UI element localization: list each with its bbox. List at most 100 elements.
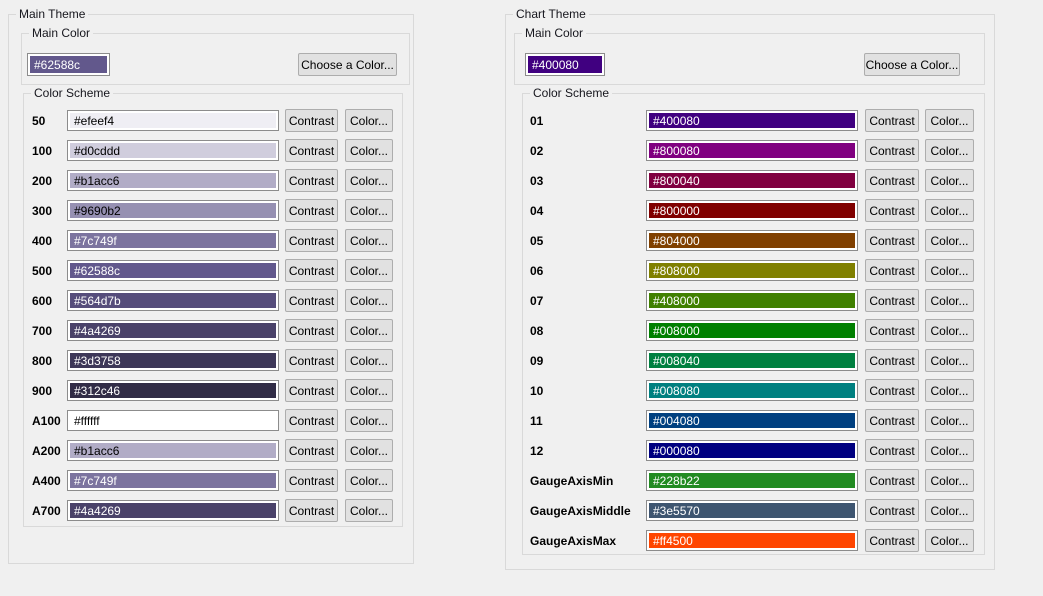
scheme-color-field[interactable]: #7c749f: [67, 470, 279, 491]
contrast-button[interactable]: Contrast: [865, 529, 919, 552]
contrast-button[interactable]: Contrast: [285, 259, 338, 282]
contrast-button[interactable]: Contrast: [865, 289, 919, 312]
color-button[interactable]: Color...: [345, 289, 393, 312]
scheme-color-field[interactable]: #400080: [646, 110, 858, 131]
scheme-color-field[interactable]: #800080: [646, 140, 858, 161]
scheme-color-value: #7c749f: [74, 474, 117, 488]
color-button[interactable]: Color...: [345, 139, 393, 162]
scheme-color-field[interactable]: #efeef4: [67, 110, 279, 131]
color-button[interactable]: Color...: [925, 499, 974, 522]
color-button[interactable]: Color...: [345, 169, 393, 192]
scheme-color-fill: #ff4500: [649, 533, 855, 548]
contrast-button[interactable]: Contrast: [865, 139, 919, 162]
color-button[interactable]: Color...: [925, 439, 974, 462]
contrast-button[interactable]: Contrast: [285, 349, 338, 372]
color-button[interactable]: Color...: [345, 259, 393, 282]
scheme-color-field[interactable]: #228b22: [646, 470, 858, 491]
contrast-button[interactable]: Contrast: [285, 439, 338, 462]
contrast-button[interactable]: Contrast: [285, 319, 338, 342]
scheme-color-field[interactable]: #008080: [646, 380, 858, 401]
contrast-button[interactable]: Contrast: [285, 469, 338, 492]
contrast-button[interactable]: Contrast: [285, 199, 338, 222]
scheme-row-label: A700: [32, 499, 61, 522]
color-button[interactable]: Color...: [345, 379, 393, 402]
color-button[interactable]: Color...: [345, 439, 393, 462]
contrast-button[interactable]: Contrast: [865, 259, 919, 282]
color-button[interactable]: Color...: [925, 139, 974, 162]
color-button[interactable]: Color...: [345, 199, 393, 222]
scheme-color-value: #4a4269: [74, 504, 121, 518]
contrast-button[interactable]: Contrast: [285, 169, 338, 192]
color-button[interactable]: Color...: [925, 289, 974, 312]
color-button[interactable]: Color...: [925, 409, 974, 432]
scheme-color-field[interactable]: #008000: [646, 320, 858, 341]
scheme-row-label: 04: [530, 199, 543, 222]
contrast-button[interactable]: Contrast: [865, 409, 919, 432]
scheme-color-field[interactable]: #ffffff: [67, 410, 279, 431]
contrast-button[interactable]: Contrast: [865, 379, 919, 402]
scheme-color-field[interactable]: #ff4500: [646, 530, 858, 551]
color-button[interactable]: Color...: [345, 409, 393, 432]
color-button[interactable]: Color...: [925, 379, 974, 402]
contrast-button[interactable]: Contrast: [865, 319, 919, 342]
scheme-color-field[interactable]: #008040: [646, 350, 858, 371]
scheme-color-field[interactable]: #b1acc6: [67, 440, 279, 461]
scheme-color-field[interactable]: #b1acc6: [67, 170, 279, 191]
color-button[interactable]: Color...: [925, 259, 974, 282]
contrast-button[interactable]: Contrast: [285, 229, 338, 252]
color-button[interactable]: Color...: [925, 169, 974, 192]
contrast-button[interactable]: Contrast: [285, 409, 338, 432]
scheme-color-field[interactable]: #800040: [646, 170, 858, 191]
contrast-button[interactable]: Contrast: [865, 229, 919, 252]
contrast-button[interactable]: Contrast: [865, 199, 919, 222]
scheme-color-field[interactable]: #d0cddd: [67, 140, 279, 161]
scheme-color-fill: #312c46: [70, 383, 276, 398]
color-scheme-row: GaugeAxisMin #228b22 Contrast Color...: [523, 469, 984, 499]
color-button[interactable]: Color...: [345, 469, 393, 492]
color-button[interactable]: Color...: [345, 109, 393, 132]
scheme-color-field[interactable]: #408000: [646, 290, 858, 311]
contrast-button[interactable]: Contrast: [865, 499, 919, 522]
scheme-color-field[interactable]: #4a4269: [67, 500, 279, 521]
contrast-button[interactable]: Contrast: [865, 109, 919, 132]
contrast-button[interactable]: Contrast: [865, 469, 919, 492]
scheme-row-label: 05: [530, 229, 543, 252]
scheme-color-field[interactable]: #3d3758: [67, 350, 279, 371]
color-button[interactable]: Color...: [925, 529, 974, 552]
contrast-button[interactable]: Contrast: [285, 289, 338, 312]
contrast-button[interactable]: Contrast: [865, 439, 919, 462]
choose-color-button[interactable]: Choose a Color...: [864, 53, 960, 76]
color-button[interactable]: Color...: [925, 319, 974, 342]
scheme-row-label: A400: [32, 469, 61, 492]
color-button[interactable]: Color...: [345, 499, 393, 522]
scheme-color-field[interactable]: #564d7b: [67, 290, 279, 311]
contrast-button[interactable]: Contrast: [285, 109, 338, 132]
color-scheme-row: A700 #4a4269 Contrast Color...: [24, 499, 402, 529]
color-button[interactable]: Color...: [345, 319, 393, 342]
contrast-button[interactable]: Contrast: [865, 349, 919, 372]
color-button[interactable]: Color...: [345, 349, 393, 372]
color-button[interactable]: Color...: [925, 199, 974, 222]
scheme-color-field[interactable]: #7c749f: [67, 230, 279, 251]
choose-color-button[interactable]: Choose a Color...: [298, 53, 397, 76]
contrast-button[interactable]: Contrast: [865, 169, 919, 192]
color-button[interactable]: Color...: [925, 349, 974, 372]
contrast-button[interactable]: Contrast: [285, 379, 338, 402]
scheme-color-field[interactable]: #804000: [646, 230, 858, 251]
scheme-color-field[interactable]: #800000: [646, 200, 858, 221]
contrast-button[interactable]: Contrast: [285, 139, 338, 162]
scheme-color-field[interactable]: #4a4269: [67, 320, 279, 341]
scheme-color-field[interactable]: #000080: [646, 440, 858, 461]
contrast-button[interactable]: Contrast: [285, 499, 338, 522]
scheme-color-field[interactable]: #9690b2: [67, 200, 279, 221]
scheme-color-field[interactable]: #312c46: [67, 380, 279, 401]
color-button[interactable]: Color...: [925, 469, 974, 492]
scheme-color-field[interactable]: #004080: [646, 410, 858, 431]
scheme-color-field[interactable]: #62588c: [67, 260, 279, 281]
color-button[interactable]: Color...: [345, 229, 393, 252]
scheme-color-field[interactable]: #3e5570: [646, 500, 858, 521]
color-button[interactable]: Color...: [925, 109, 974, 132]
scheme-color-value: #800000: [653, 204, 700, 218]
color-button[interactable]: Color...: [925, 229, 974, 252]
scheme-color-field[interactable]: #808000: [646, 260, 858, 281]
